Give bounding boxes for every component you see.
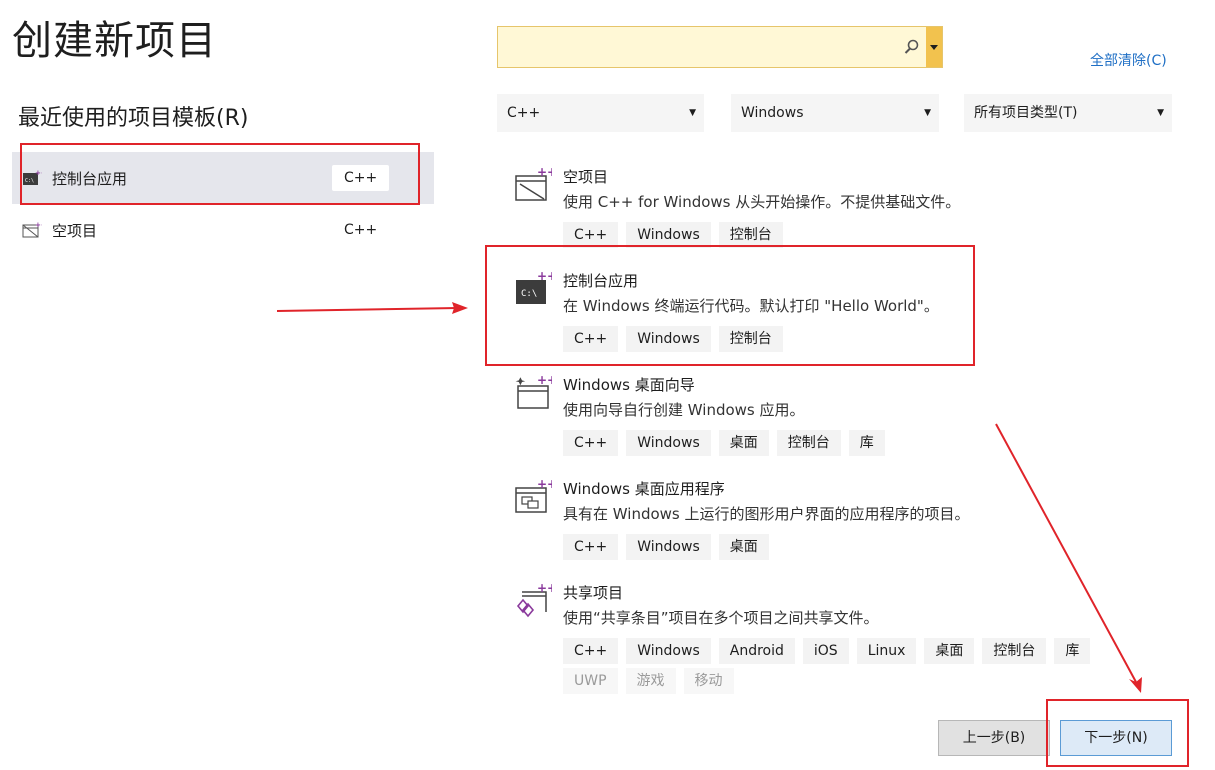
language-filter-value: C++ xyxy=(507,105,541,121)
template-tag: 桌面 xyxy=(718,534,769,560)
template-tags: C++ Windows Android iOS Linux 桌面 控制台 库 xyxy=(563,638,1123,664)
template-tag: 控制台 xyxy=(718,326,783,352)
svg-text:++: ++ xyxy=(537,374,552,387)
annotation-arrowhead-left xyxy=(452,302,468,314)
template-tag: Windows xyxy=(626,326,711,352)
template-tag: 控制台 xyxy=(718,222,783,248)
svg-text:++: ++ xyxy=(537,270,552,283)
svg-text:C:\: C:\ xyxy=(25,178,34,184)
search-icon[interactable] xyxy=(904,39,920,59)
desktop-wizard-icon: ++ xyxy=(514,373,557,412)
chevron-down-icon: ▼ xyxy=(924,108,931,118)
next-button[interactable]: 下一步(N) xyxy=(1060,720,1172,756)
template-tags: C++ Windows 控制台 xyxy=(563,326,1123,352)
svg-text:C:\: C:\ xyxy=(521,289,537,299)
recent-item-label: 控制台应用 xyxy=(52,169,128,188)
template-name: 空项目 xyxy=(563,168,609,186)
template-tag: Windows xyxy=(626,534,711,560)
clear-all-link[interactable]: 全部清除(C) xyxy=(1090,50,1167,70)
template-list: ++ 空项目 使用 C++ for Windows 从头开始操作。不提供基础文件… xyxy=(510,160,1091,680)
template-tag: 控制台 xyxy=(982,638,1047,664)
template-tag: 库 xyxy=(848,430,885,456)
template-tag: Windows xyxy=(626,430,711,456)
template-tag: 桌面 xyxy=(924,638,975,664)
svg-text:++: ++ xyxy=(35,169,42,177)
annotation-arrowhead-right xyxy=(1129,677,1142,693)
shared-project-icon: ++ xyxy=(514,581,557,620)
template-tag: C++ xyxy=(563,222,619,248)
template-tags: C++ Windows 桌面 xyxy=(563,534,1123,560)
recent-item-tag: C++ xyxy=(332,217,390,243)
template-tag: 库 xyxy=(1054,638,1091,664)
template-dim-tags: UWP 游戏 移动 xyxy=(563,668,734,694)
template-tag: C++ xyxy=(563,430,619,456)
template-name: Windows 桌面向导 xyxy=(563,376,695,394)
template-desktop-app[interactable]: ++ Windows 桌面应用程序 具有在 Windows 上运行的图形用户界面… xyxy=(510,472,990,576)
console-app-icon: C:\++ xyxy=(514,269,557,308)
recent-item-empty-project[interactable]: ++ 空项目 C++ xyxy=(12,204,434,256)
template-tags: C++ Windows 桌面 控制台 库 xyxy=(563,430,1123,456)
recent-templates-title: 最近使用的项目模板(R) xyxy=(18,106,249,131)
chevron-down-icon: ▼ xyxy=(1157,108,1164,118)
platform-filter-value: Windows xyxy=(741,105,804,121)
recent-templates-list: C:\++ 控制台应用 C++ ++ 空项目 C++ xyxy=(12,152,434,256)
annotation-arrow-left xyxy=(276,307,459,312)
empty-project-icon: ++ xyxy=(22,221,47,239)
template-tag: 游戏 xyxy=(625,668,676,694)
empty-project-icon: ++ xyxy=(514,165,557,204)
template-tag: iOS xyxy=(802,638,849,664)
search-dropdown-button[interactable] xyxy=(926,27,942,67)
template-tag: C++ xyxy=(563,326,619,352)
search-input[interactable] xyxy=(498,27,898,67)
template-description: 使用 C++ for Windows 从头开始操作。不提供基础文件。 xyxy=(563,193,961,211)
template-description: 具有在 Windows 上运行的图形用户界面的应用程序的项目。 xyxy=(563,505,970,523)
template-description: 使用向导自行创建 Windows 应用。 xyxy=(563,401,805,419)
template-description: 在 Windows 终端运行代码。默认打印 "Hello World"。 xyxy=(563,297,939,315)
template-empty-project[interactable]: ++ 空项目 使用 C++ for Windows 从头开始操作。不提供基础文件… xyxy=(510,160,990,264)
template-tag: 移动 xyxy=(683,668,734,694)
template-description: 使用“共享条目”项目在多个项目之间共享文件。 xyxy=(563,609,879,627)
back-button[interactable]: 上一步(B) xyxy=(938,720,1050,756)
template-tag: Linux xyxy=(856,638,917,664)
project-type-filter-value: 所有项目类型(T) xyxy=(974,105,1078,121)
recent-item-console-app[interactable]: C:\++ 控制台应用 C++ xyxy=(12,152,434,204)
template-tag: Android xyxy=(718,638,795,664)
template-console-app[interactable]: C:\++ 控制台应用 在 Windows 终端运行代码。默认打印 "Hello… xyxy=(510,264,990,368)
console-app-icon: C:\++ xyxy=(22,169,47,187)
template-tag: UWP xyxy=(563,668,618,694)
template-tag: C++ xyxy=(563,638,619,664)
template-tag: 桌面 xyxy=(718,430,769,456)
svg-text:++: ++ xyxy=(537,582,552,595)
recent-item-tag: C++ xyxy=(332,165,390,191)
project-type-filter-dropdown[interactable]: 所有项目类型(T) ▼ xyxy=(964,94,1172,132)
recent-item-label: 空项目 xyxy=(52,221,98,240)
chevron-down-icon: ▼ xyxy=(689,108,696,118)
svg-text:++: ++ xyxy=(35,221,42,229)
svg-text:++: ++ xyxy=(537,478,552,491)
template-tag: C++ xyxy=(563,534,619,560)
svg-text:++: ++ xyxy=(537,166,552,179)
template-desktop-wizard[interactable]: ++ Windows 桌面向导 使用向导自行创建 Windows 应用。 C++… xyxy=(510,368,990,472)
language-filter-dropdown[interactable]: C++ ▼ xyxy=(497,94,704,132)
desktop-app-icon: ++ xyxy=(514,477,557,516)
template-name: Windows 桌面应用程序 xyxy=(563,480,725,498)
template-tag: Windows xyxy=(626,638,711,664)
template-name: 控制台应用 xyxy=(563,272,639,290)
template-tag: 控制台 xyxy=(776,430,841,456)
platform-filter-dropdown[interactable]: Windows ▼ xyxy=(731,94,939,132)
page-title: 创建新项目 xyxy=(12,18,217,64)
template-search-box[interactable] xyxy=(497,26,943,68)
template-shared-project[interactable]: ++ 共享项目 使用“共享条目”项目在多个项目之间共享文件。 C++ Windo… xyxy=(510,576,1091,680)
template-name: 共享项目 xyxy=(563,584,624,602)
template-tag: Windows xyxy=(626,222,711,248)
template-tags: C++ Windows 控制台 xyxy=(563,222,1123,248)
